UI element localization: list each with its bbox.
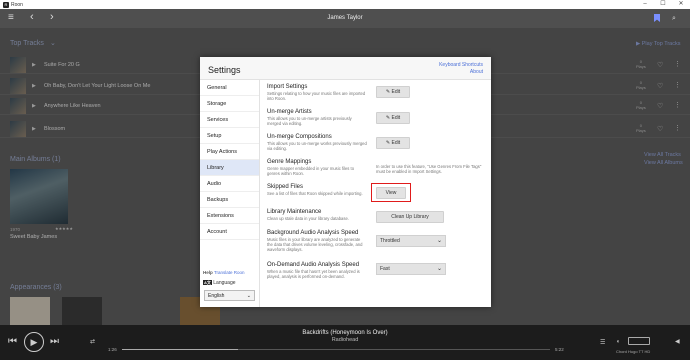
window-title: Roon (11, 1, 23, 8)
app-header: ≡ ‹ › James Taylor ⌕ (0, 9, 690, 28)
language-select[interactable]: English ⌄ (204, 290, 255, 301)
unmerge-artists-desc: This allows you to un-merge artists prev… (267, 116, 352, 127)
nav-item-library[interactable]: Library (200, 160, 259, 176)
seek-progress (122, 349, 238, 350)
help-text: Help Translate Roon (203, 270, 245, 275)
settings-header: Settings Keyboard Shortcuts About (200, 57, 491, 80)
import-settings-desc: Settings relating to how your music file… (267, 91, 366, 102)
settings-links: Keyboard Shortcuts About (439, 62, 483, 76)
translate-roon-link[interactable]: Translate Roon (214, 270, 245, 275)
genre-mappings-desc: Genre mapper embedded in your music file… (267, 166, 355, 177)
chevron-down-icon: ⌄ (436, 238, 442, 244)
import-settings-edit-button[interactable]: ✎ Edit (376, 86, 410, 98)
skipped-files-title: Skipped Files (267, 184, 304, 190)
keyboard-shortcuts-link[interactable]: Keyboard Shortcuts (439, 62, 483, 69)
maximize-icon[interactable]: ☐ (654, 0, 672, 9)
annotation-highlight-box (371, 183, 411, 202)
nav-item-play-actions[interactable]: Play Actions (200, 144, 259, 160)
settings-dialog: Settings Keyboard Shortcuts About Genera… (200, 57, 491, 307)
unmerge-compositions-desc: This allows you to un-merge works previo… (267, 141, 367, 152)
unmerge-compositions-title: Un-merge Compositions (267, 134, 332, 140)
language-label-row: A文 Language (203, 280, 236, 286)
window-titlebar: R Roon – ☐ ✕ (0, 0, 690, 9)
background-analysis-desc: Music files in your library are analyzed… (267, 237, 363, 253)
search-icon[interactable]: ⌕ (672, 14, 676, 24)
unmerge-artists-title: Un-merge Artists (267, 109, 312, 115)
seek-bar[interactable] (122, 349, 550, 350)
nav-item-storage[interactable]: Storage (200, 96, 259, 112)
chevron-down-icon: ⌄ (436, 266, 442, 272)
roon-logo-icon: R (3, 1, 9, 8)
settings-nav: General Storage Services Setup Play Acti… (200, 80, 260, 307)
unmerge-artists-edit-button[interactable]: ✎ Edit (376, 112, 410, 124)
zone-device-icon[interactable] (628, 337, 650, 345)
queue-icon[interactable]: ☰ (600, 339, 605, 346)
nav-item-general[interactable]: General (200, 80, 259, 96)
clean-up-library-button[interactable]: Clean Up Library (376, 211, 444, 223)
player-bar: ⏮ ▶ ⏭ ⇄ Backdrifts (Honeymoon Is Over) R… (0, 325, 690, 360)
library-maintenance-title: Library Maintenance (267, 209, 322, 215)
background-analysis-select[interactable]: Throttled ⌄ (376, 235, 446, 247)
now-playing-artist[interactable]: Radiohead (0, 337, 690, 343)
ondemand-analysis-select[interactable]: Fast ⌄ (376, 263, 446, 275)
minimize-icon[interactable]: – (636, 0, 654, 9)
speaker-icon[interactable]: ◖ (616, 339, 620, 345)
now-playing-track[interactable]: Backdrifts (Honeymoon Is Over) (0, 330, 690, 336)
nav-item-audio[interactable]: Audio (200, 176, 259, 192)
import-settings-title: Import Settings (267, 84, 308, 90)
page-title: James Taylor (327, 15, 363, 21)
nav-item-setup[interactable]: Setup (200, 128, 259, 144)
skipped-files-desc: See a list of files that Roon skipped wh… (267, 191, 363, 196)
zone-name[interactable]: Chord Hugo TT HD (616, 349, 650, 354)
genre-mappings-note: In order to use this feature, "Use Genre… (376, 164, 482, 175)
close-icon[interactable]: ✕ (672, 0, 690, 9)
nav-item-backups[interactable]: Backups (200, 192, 259, 208)
library-maintenance-desc: Clean up stale data in your library data… (267, 216, 349, 221)
about-link[interactable]: About (439, 69, 483, 76)
settings-title: Settings (208, 65, 241, 75)
nav-item-account[interactable]: Account (200, 224, 259, 240)
background-analysis-title: Background Audio Analysis Speed (267, 230, 359, 236)
volume-icon[interactable]: ◀ (675, 338, 680, 345)
duration-time: 5:22 (555, 347, 564, 352)
nav-item-extensions[interactable]: Extensions (200, 208, 259, 224)
ondemand-analysis-desc: When a music file that hasn't yet been a… (267, 269, 360, 280)
genre-mappings-title: Genre Mappings (267, 159, 312, 165)
chevron-down-icon: ⌄ (246, 293, 251, 299)
nav-item-services[interactable]: Services (200, 112, 259, 128)
ondemand-analysis-title: On-Demand Audio Analysis Speed (267, 262, 360, 268)
elapsed-time: 1:26 (108, 347, 117, 352)
unmerge-compositions-edit-button[interactable]: ✎ Edit (376, 137, 410, 149)
language-label: Language (213, 280, 236, 286)
